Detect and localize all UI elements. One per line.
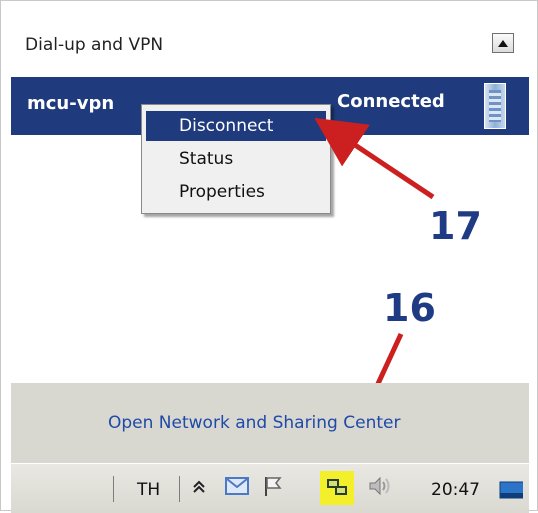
volume-icon[interactable] <box>367 474 391 498</box>
taskbar-divider <box>113 476 114 502</box>
footer: Open Network and Sharing Center <box>11 383 529 463</box>
language-indicator[interactable]: TH <box>137 480 160 500</box>
callout-16: 16 <box>383 286 436 330</box>
show-hidden-icons-chevron[interactable] <box>187 474 211 498</box>
action-center-flag-icon[interactable] <box>261 474 285 498</box>
arrow-to-disconnect <box>314 117 435 200</box>
callout-17: 17 <box>429 204 482 248</box>
taskbar-clock[interactable]: 20:47 <box>431 480 480 500</box>
network-icon[interactable] <box>320 471 354 505</box>
taskbar: TH 20:47 <box>11 463 529 513</box>
taskbar-divider <box>179 476 180 502</box>
mail-icon[interactable] <box>225 474 249 498</box>
network-flyout-panel: Dial-up and VPN mcu-vpn Connected Discon… <box>0 0 538 513</box>
show-desktop-icon[interactable] <box>499 478 523 502</box>
network-sharing-center-link[interactable]: Open Network and Sharing Center <box>108 413 400 433</box>
